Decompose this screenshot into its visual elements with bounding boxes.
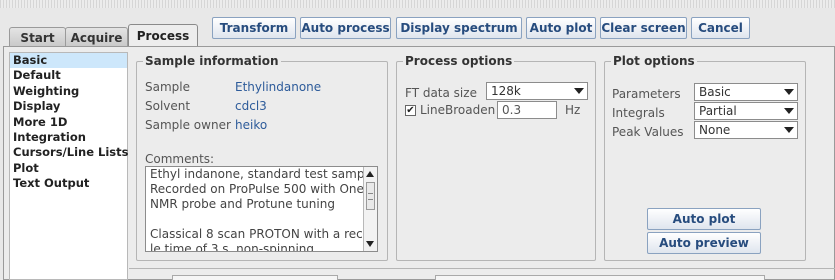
- sidebar-item-plot[interactable]: Plot: [10, 161, 127, 176]
- auto-process-button[interactable]: Auto process: [300, 17, 391, 39]
- comment-line: le time of 3 s, non-spinning: [150, 242, 315, 252]
- sidebar-item-default[interactable]: Default: [10, 68, 127, 83]
- comment-line: Classical 8 scan PROTON with a recyc: [150, 227, 377, 241]
- solvent-label: Solvent: [145, 99, 191, 113]
- parameters-label: Parameters: [612, 87, 681, 101]
- process-sidebar: Basic Default Weighting Display More 1D …: [9, 52, 128, 280]
- transform-button[interactable]: Transform: [212, 17, 296, 39]
- solvent-value: cdcl3: [235, 99, 267, 113]
- ft-data-size-select[interactable]: 128k: [486, 82, 588, 100]
- comment-line: NMR probe and Protune tuning: [150, 197, 335, 211]
- linebroaden-input[interactable]: 0.3: [497, 101, 557, 119]
- integrals-select[interactable]: Partial: [694, 102, 798, 120]
- sample-label: Sample: [145, 80, 190, 94]
- peak-values-label: Peak Values: [612, 125, 684, 139]
- ft-data-size-label: FT data size: [405, 86, 477, 100]
- sidebar-item-more-1d[interactable]: More 1D: [10, 115, 127, 130]
- auto-preview-button[interactable]: Auto preview: [647, 232, 761, 254]
- auto-plot-toolbar-button[interactable]: Auto plot: [526, 17, 596, 39]
- comment-line: [146, 212, 377, 227]
- sample-owner-value: heiko: [235, 118, 268, 132]
- tab-acquire[interactable]: Acquire: [65, 27, 128, 47]
- integrals-value: Partial: [699, 104, 737, 118]
- sidebar-item-cursors-line-lists[interactable]: Cursors/Line Lists: [10, 145, 128, 160]
- chevron-down-icon: [784, 108, 794, 114]
- display-spectrum-button[interactable]: Display spectrum: [396, 17, 522, 39]
- scroll-thumb[interactable]: [366, 182, 375, 210]
- comment-line: Recorded on ProPulse 500 with One: [150, 182, 364, 196]
- sidebar-item-weighting[interactable]: Weighting: [10, 84, 127, 99]
- comments-textarea[interactable]: Ethyl indanone, standard test sample Rec…: [145, 166, 378, 252]
- bottom-field-right: [435, 275, 765, 280]
- chevron-down-icon: [784, 89, 794, 95]
- integrals-label: Integrals: [612, 106, 665, 120]
- sample-information-title: Sample information: [143, 54, 281, 68]
- peak-values-value: None: [699, 123, 731, 137]
- scroll-up-icon[interactable]: [366, 171, 374, 177]
- sidebar-item-display[interactable]: Display: [10, 99, 127, 114]
- tab-process[interactable]: Process: [128, 24, 198, 47]
- sample-value: Ethylindanone: [235, 80, 322, 94]
- linebroaden-checkbox[interactable]: ✔: [405, 105, 416, 116]
- comment-line: Ethyl indanone, standard test sample: [150, 167, 376, 181]
- peak-values-select[interactable]: None: [694, 121, 798, 139]
- process-options-title: Process options: [403, 54, 515, 68]
- comments-label: Comments:: [145, 152, 215, 166]
- scroll-down-icon[interactable]: [366, 241, 374, 247]
- parameters-select[interactable]: Basic: [694, 83, 798, 101]
- linebroaden-label: LineBroaden: [420, 103, 496, 117]
- auto-plot-button[interactable]: Auto plot: [647, 208, 761, 230]
- plot-options-title: Plot options: [611, 54, 697, 68]
- ft-data-size-value: 128k: [491, 84, 521, 98]
- sample-owner-label: Sample owner: [145, 118, 231, 132]
- chevron-down-icon: [574, 88, 584, 94]
- parameters-value: Basic: [699, 85, 731, 99]
- sidebar-item-integration[interactable]: Integration: [10, 130, 127, 145]
- tab-start[interactable]: Start: [9, 27, 66, 47]
- clear-screen-button[interactable]: Clear screen: [600, 17, 687, 39]
- sidebar-item-basic[interactable]: Basic: [10, 53, 127, 69]
- sidebar-item-text-output[interactable]: Text Output: [10, 176, 127, 191]
- top-strip: [0, 0, 835, 8]
- chevron-down-icon: [784, 127, 794, 133]
- linebroaden-unit: Hz: [565, 103, 581, 117]
- bottom-field-left: [172, 275, 338, 280]
- cancel-button[interactable]: Cancel: [691, 17, 750, 39]
- comments-scrollbar[interactable]: [363, 167, 377, 251]
